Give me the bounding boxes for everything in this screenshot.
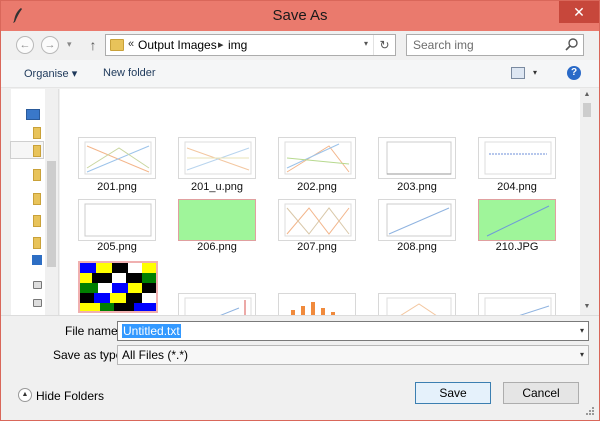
drive-icon[interactable] xyxy=(33,281,42,289)
window-title: Save As xyxy=(272,7,328,24)
view-options-chevron-icon[interactable]: ▾ xyxy=(533,68,537,77)
recent-locations-chevron-icon[interactable]: ▾ xyxy=(67,39,72,50)
dialog-footer: ▲ Hide Folders Save Cancel xyxy=(1,371,599,420)
file-thumbnail[interactable] xyxy=(478,137,556,179)
file-name[interactable]: 203.png xyxy=(372,181,462,193)
file-thumbnail[interactable] xyxy=(278,199,356,241)
folder-icon[interactable] xyxy=(33,145,41,157)
file-thumbnail[interactable] xyxy=(278,293,356,315)
organise-menu-button[interactable]: Organise ▾ xyxy=(24,67,77,80)
breadcrumb-overflow[interactable]: « xyxy=(128,38,134,50)
save-form: File name: Untitled.txt ▾ Save as type: … xyxy=(1,315,599,371)
folder-icon[interactable] xyxy=(33,215,41,227)
save-as-type-value[interactable]: All Files (*.*) xyxy=(122,348,188,362)
file-thumbnail[interactable] xyxy=(178,137,256,179)
drive-icon[interactable] xyxy=(33,299,42,307)
search-input[interactable]: Search img xyxy=(413,38,474,52)
save-as-dialog: Save As ✕ ← → ▾ ↑ « Output Images ▸ img … xyxy=(0,0,600,421)
file-name[interactable]: 201.png xyxy=(72,181,162,193)
view-icon[interactable] xyxy=(511,67,525,79)
file-name[interactable]: 205.png xyxy=(72,241,162,253)
hide-folders-button[interactable]: Hide Folders xyxy=(36,389,104,403)
file-thumbnail[interactable] xyxy=(378,137,456,179)
file-list-scroll-thumb[interactable] xyxy=(583,103,591,117)
file-name[interactable]: 202.png xyxy=(272,181,362,193)
file-thumbnail[interactable] xyxy=(378,199,456,241)
new-folder-button[interactable]: New folder xyxy=(103,67,156,79)
file-name[interactable]: 207.png xyxy=(272,241,362,253)
file-thumbnail[interactable] xyxy=(278,137,356,179)
libraries-icon[interactable] xyxy=(32,255,42,265)
computer-icon[interactable] xyxy=(26,109,40,120)
navigation-bar: ← → ▾ ↑ « Output Images ▸ img ▾ ↻ Search… xyxy=(1,31,599,59)
chevron-down-icon[interactable]: ▾ xyxy=(580,326,584,335)
file-thumbnail[interactable] xyxy=(178,293,256,315)
file-thumbnail[interactable] xyxy=(478,293,556,315)
navigation-pane-scrollbar[interactable] xyxy=(45,89,58,315)
scroll-down-icon[interactable]: ▼ xyxy=(580,301,594,313)
back-arrow-icon[interactable]: ← xyxy=(16,36,34,54)
breadcrumb-separator-icon[interactable]: ▸ xyxy=(218,38,224,51)
file-name[interactable]: 204.png xyxy=(472,181,562,193)
resize-grip-icon[interactable] xyxy=(585,406,595,416)
file-name[interactable]: 206.png xyxy=(172,241,262,253)
save-as-type-select[interactable]: All Files (*.*) ▾ xyxy=(117,345,589,365)
search-box[interactable]: Search img xyxy=(406,34,584,56)
folder-icon[interactable] xyxy=(33,169,41,181)
search-icon[interactable] xyxy=(565,37,579,53)
refresh-icon[interactable]: ↻ xyxy=(373,35,395,55)
file-thumbnail[interactable] xyxy=(78,261,158,313)
save-button[interactable]: Save xyxy=(415,382,491,404)
address-dropdown-icon[interactable]: ▾ xyxy=(364,39,368,48)
file-name-input[interactable]: Untitled.txt xyxy=(122,324,181,338)
title-bar: Save As ✕ xyxy=(1,1,599,31)
forward-arrow-icon[interactable]: → xyxy=(41,36,59,54)
file-name[interactable]: 201_u.png xyxy=(172,181,262,193)
help-icon[interactable]: ? xyxy=(567,66,581,80)
close-button[interactable]: ✕ xyxy=(559,1,599,23)
navigation-pane-scroll-thumb[interactable] xyxy=(47,161,56,267)
file-thumbnail[interactable] xyxy=(78,137,156,179)
file-thumbnail[interactable] xyxy=(378,293,456,315)
breadcrumb-img[interactable]: img xyxy=(228,38,247,52)
folder-icon xyxy=(110,39,124,51)
file-list-scrollbar[interactable]: ▲ ▼ xyxy=(580,89,594,315)
folder-icon[interactable] xyxy=(33,127,41,139)
address-bar[interactable]: « Output Images ▸ img ▾ ↻ xyxy=(105,34,396,56)
file-name-label: File name: xyxy=(65,324,122,338)
folder-icon[interactable] xyxy=(33,237,41,249)
cancel-button[interactable]: Cancel xyxy=(503,382,579,404)
file-list[interactable]: 201.png 201_u.png 202.png 203.png 204.pn… xyxy=(60,89,580,315)
chevron-down-icon[interactable]: ▾ xyxy=(580,350,584,359)
command-bar: Organise ▾ New folder ▾ ? xyxy=(1,60,599,88)
file-name-field[interactable]: Untitled.txt ▾ xyxy=(117,321,589,341)
file-thumbnail[interactable] xyxy=(78,199,156,241)
up-arrow-icon[interactable]: ↑ xyxy=(86,37,100,53)
file-name[interactable]: 208.png xyxy=(372,241,462,253)
file-name[interactable]: 210.JPG xyxy=(472,241,562,253)
save-as-type-label: Save as type: xyxy=(53,348,126,362)
breadcrumb-output-images[interactable]: Output Images xyxy=(138,38,217,52)
folder-icon[interactable] xyxy=(33,193,41,205)
chevron-up-icon[interactable]: ▲ xyxy=(18,388,32,402)
navigation-pane xyxy=(10,89,59,315)
scroll-up-icon[interactable]: ▲ xyxy=(580,89,594,101)
file-thumbnail[interactable] xyxy=(178,199,256,241)
file-thumbnail[interactable] xyxy=(478,199,556,241)
